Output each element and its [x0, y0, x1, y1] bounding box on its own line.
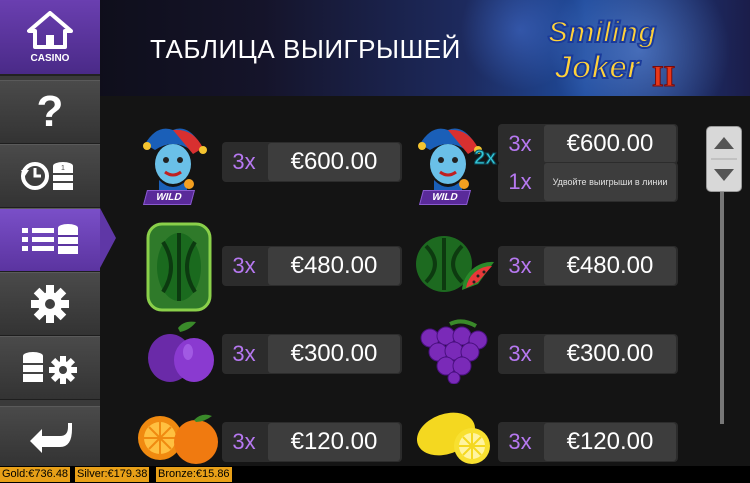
prize-value: €480.00: [544, 247, 676, 285]
paytable-button[interactable]: [0, 208, 100, 272]
prize-value: €300.00: [268, 335, 400, 373]
sidebar: CASINO ? 1: [0, 0, 100, 468]
gear-icon: [31, 285, 69, 323]
history-button[interactable]: 1: [0, 144, 100, 208]
wild-badge: WILD: [142, 190, 195, 205]
paytable-list-icon: [22, 224, 78, 254]
bronze-jackpot: Bronze:€15.86: [156, 467, 232, 482]
multiplier-label: 1x: [508, 169, 532, 194]
wild-badge: WILD: [418, 190, 471, 205]
multiplier-label: 3x: [508, 131, 532, 156]
return-arrow-icon: [30, 423, 72, 453]
help-button[interactable]: ?: [0, 80, 100, 144]
settings-button[interactable]: [0, 272, 100, 336]
help-icon: ?: [36, 87, 64, 136]
svg-text:1: 1: [61, 165, 65, 172]
casino-home-button[interactable]: CASINO: [0, 0, 100, 76]
bet-settings-button[interactable]: [0, 336, 100, 400]
double-wins-note: Удвойте выигрыши в линии: [544, 163, 676, 201]
silver-jackpot: Silver:€179.38: [75, 467, 150, 482]
multiplier-label: 3x: [508, 253, 532, 278]
multiplier-label: 3x: [508, 429, 532, 454]
back-button[interactable]: [0, 406, 100, 468]
plum-symbol: [148, 321, 214, 382]
multiplier-label: 3x: [232, 149, 256, 174]
logo-line1: Smiling: [548, 16, 656, 49]
prize-value: €120.00: [268, 423, 400, 461]
scrollbar-track[interactable]: [720, 192, 724, 424]
watermelon-wild-symbol: [146, 222, 212, 312]
multiplier-label: 3x: [232, 341, 256, 366]
scroll-controls: [706, 126, 742, 192]
prize-value: €600.00: [544, 125, 676, 163]
page-title: ТАБЛИЦА ВЫИГРЫШЕЙ: [150, 34, 461, 64]
watermelon-symbol: [416, 236, 494, 292]
scroll-down-icon[interactable]: [714, 169, 734, 181]
logo-line2: Joker: [554, 49, 641, 85]
active-indicator: [100, 208, 116, 268]
scroll-arrows: [711, 137, 737, 181]
multiplier-label: 3x: [232, 253, 256, 278]
header: ТАБЛИЦА ВЫИГРЫШЕЙ Smiling Joker II: [0, 0, 750, 96]
home-icon: [27, 10, 73, 49]
lemon-symbol: [416, 412, 490, 464]
prize-value: €480.00: [268, 247, 400, 285]
multiplier-label: 3x: [508, 341, 532, 366]
orange-symbol: [138, 414, 218, 464]
history-coins-icon: 1: [21, 162, 73, 190]
multiplier-label: 3x: [232, 429, 256, 454]
casino-label: CASINO: [30, 52, 70, 64]
gold-jackpot: Gold:€736.48: [0, 467, 71, 482]
game-logo: Smiling Joker II: [547, 15, 676, 94]
prize-value: €300.00: [544, 335, 676, 373]
prize-value: €600.00: [268, 143, 400, 181]
logo-suffix: II: [652, 60, 675, 93]
scroll-up-icon[interactable]: [714, 137, 734, 149]
grapes-symbol: [420, 319, 488, 384]
prize-value: €120.00: [544, 423, 676, 461]
wild-2x-overlay: 2x: [474, 147, 496, 169]
coins-gear-icon: [23, 352, 77, 384]
